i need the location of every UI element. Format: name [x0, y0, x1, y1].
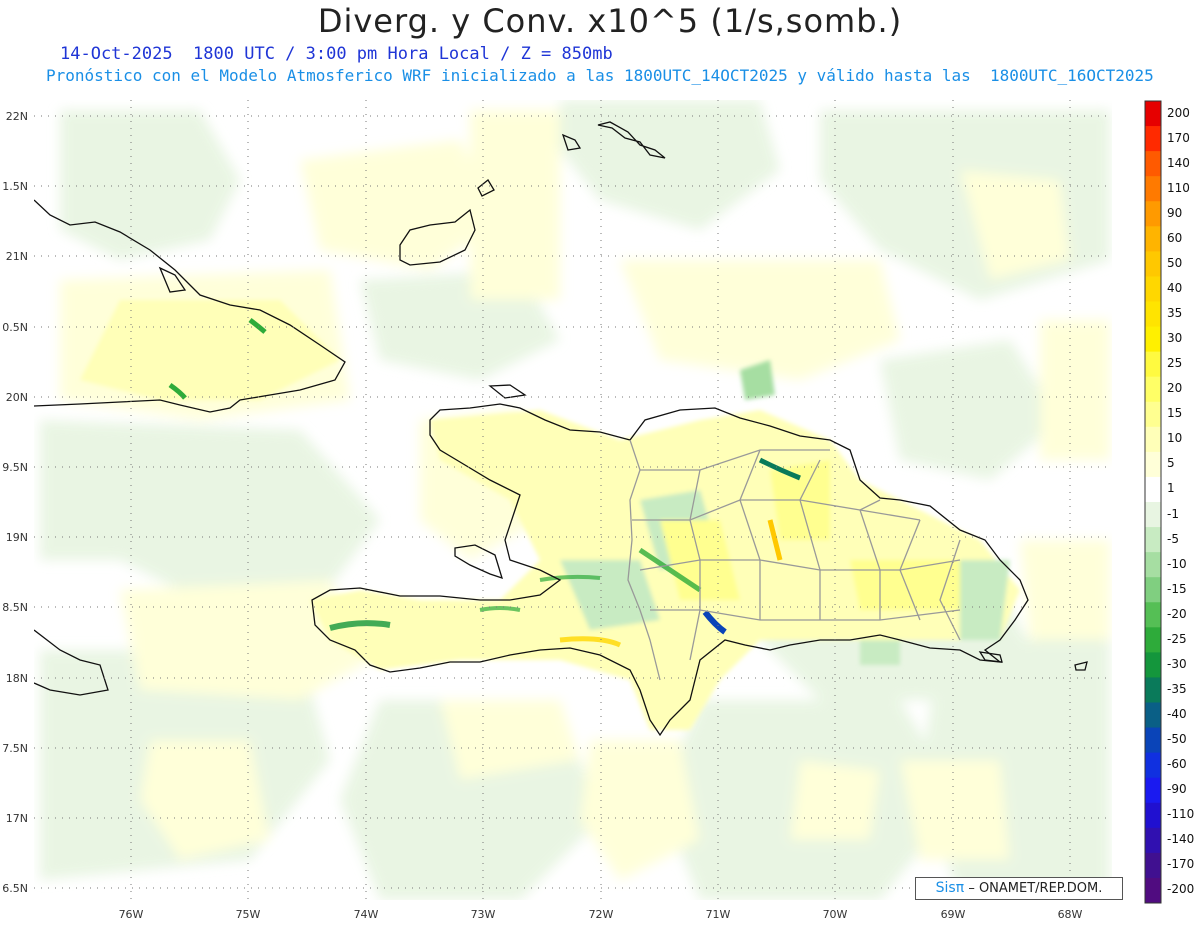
- colorbar-swatch: [1145, 226, 1161, 252]
- colorbar-swatch: [1145, 527, 1161, 553]
- colorbar-swatch: [1145, 802, 1161, 829]
- colorbar-swatch: [1145, 602, 1161, 628]
- colorbar: [1144, 100, 1162, 904]
- colorbar-label: 30: [1167, 331, 1183, 346]
- colorbar-label: 40: [1167, 280, 1183, 295]
- lat-label: 19N: [6, 531, 28, 544]
- pi-symbol: π: [955, 880, 965, 896]
- lon-label: 70W: [823, 908, 848, 921]
- colorbar-label: -40: [1167, 707, 1187, 722]
- colorbar-label: -110: [1167, 807, 1195, 822]
- colorbar-label: 5: [1167, 456, 1175, 471]
- colorbar-swatch: [1145, 652, 1161, 678]
- colorbar-swatch: [1145, 627, 1161, 653]
- colorbar-swatch: [1145, 151, 1161, 177]
- colorbar-label: 15: [1167, 406, 1183, 421]
- colorbar-swatch: [1145, 426, 1161, 453]
- colorbar-swatch: [1145, 126, 1161, 152]
- colorbar-label: 10: [1167, 431, 1183, 446]
- map-title: Diverg. y Conv. x10^5 (1/s,somb.): [317, 2, 903, 40]
- lon-label: 68W: [1058, 908, 1083, 921]
- lat-label: 21N: [6, 250, 28, 263]
- colorbar-label: -50: [1167, 732, 1187, 747]
- colorbar-label: -25: [1167, 631, 1187, 646]
- lon-label: 75W: [236, 908, 261, 921]
- colorbar-label: -5: [1167, 531, 1179, 546]
- colorbar-swatch: [1145, 401, 1161, 428]
- colorbar-label: -90: [1167, 782, 1187, 797]
- colorbar-swatch: [1145, 351, 1161, 378]
- divergence-field: [34, 100, 1112, 900]
- colorbar-label: -170: [1167, 857, 1195, 872]
- colorbar-label: 140: [1167, 155, 1190, 170]
- lat-label: 1.5N: [2, 180, 28, 193]
- colorbar-swatch: [1145, 251, 1161, 277]
- colorbar-label: -30: [1167, 656, 1187, 671]
- lat-label: 20N: [6, 391, 28, 404]
- colorbar-swatch: [1145, 852, 1161, 879]
- lat-label: 22N: [6, 110, 28, 123]
- credit-org: – ONAMET/REP.DOM.: [968, 881, 1103, 896]
- colorbar-label: -60: [1167, 757, 1187, 772]
- colorbar-label: 25: [1167, 356, 1183, 371]
- colorbar-swatch: [1145, 877, 1161, 904]
- lat-label: 8.5N: [2, 601, 28, 614]
- colorbar-swatch: [1145, 677, 1161, 703]
- lat-axis: 22N 1.5N 21N 0.5N 20N 9.5N 19N 8.5N 18N …: [2, 110, 28, 895]
- colorbar-label: -1: [1167, 506, 1179, 521]
- lon-label: 76W: [119, 908, 144, 921]
- colorbar-swatch: [1145, 476, 1161, 503]
- colorbar-swatch: [1145, 552, 1161, 578]
- lon-label: 74W: [354, 908, 379, 921]
- colorbar-label: 1: [1167, 481, 1175, 496]
- colorbar-label: 60: [1167, 230, 1183, 245]
- colorbar-swatch: [1145, 702, 1161, 729]
- lat-label: 17N: [6, 812, 28, 825]
- colorbar-label: -20: [1167, 606, 1187, 621]
- colorbar-swatch: [1145, 827, 1161, 854]
- colorbar-label: 35: [1167, 306, 1183, 321]
- sis-logo-text: Sis: [935, 880, 956, 896]
- colorbar-swatch: [1145, 777, 1161, 804]
- model-info-subtitle: Pronóstico con el Modelo Atmosferico WRF…: [46, 66, 1154, 85]
- colorbar-label: -200: [1167, 882, 1195, 897]
- colorbar-label: -140: [1167, 832, 1195, 847]
- colorbar-swatch: [1145, 326, 1161, 353]
- lon-axis: 76W 75W 74W 73W 72W 71W 70W 69W 68W: [119, 908, 1083, 921]
- lon-label: 72W: [589, 908, 614, 921]
- colorbar-label: -35: [1167, 681, 1187, 696]
- colorbar-label: 200: [1167, 105, 1190, 120]
- lon-label: 73W: [471, 908, 496, 921]
- colorbar-label: -15: [1167, 581, 1187, 596]
- colorbar-label: 50: [1167, 255, 1183, 270]
- lon-label: 71W: [706, 908, 731, 921]
- colorbar-swatch: [1145, 502, 1161, 528]
- lat-label: 0.5N: [2, 321, 28, 334]
- colorbar-swatch: [1145, 376, 1161, 403]
- colorbar-swatch: [1145, 727, 1161, 754]
- colorbar-label: 170: [1167, 130, 1190, 145]
- lon-label: 69W: [941, 908, 966, 921]
- forecast-map: 22N 1.5N 21N 0.5N 20N 9.5N 19N 8.5N 18N …: [2, 100, 1162, 921]
- colorbar-label: 110: [1167, 180, 1190, 195]
- lat-label: 7.5N: [2, 742, 28, 755]
- colorbar-label: 90: [1167, 205, 1183, 220]
- lat-label: 18N: [6, 672, 28, 685]
- colorbar-swatch: [1145, 176, 1161, 202]
- colorbar-swatch: [1145, 577, 1161, 603]
- credit-box: Sisπ – ONAMET/REP.DOM.: [915, 877, 1123, 900]
- colorbar-swatch: [1145, 276, 1161, 302]
- colorbar-label: 20: [1167, 381, 1183, 396]
- colorbar-label: -10: [1167, 556, 1187, 571]
- colorbar-swatch: [1145, 101, 1161, 127]
- lat-label: 9.5N: [2, 461, 28, 474]
- lat-label: 6.5N: [2, 882, 28, 895]
- colorbar-swatch: [1145, 301, 1161, 328]
- colorbar-swatch: [1145, 752, 1161, 779]
- colorbar-swatch: [1145, 451, 1161, 478]
- valid-time-subtitle: 14-Oct-2025 1800 UTC / 3:00 pm Hora Loca…: [60, 44, 613, 64]
- colorbar-swatch: [1145, 201, 1161, 227]
